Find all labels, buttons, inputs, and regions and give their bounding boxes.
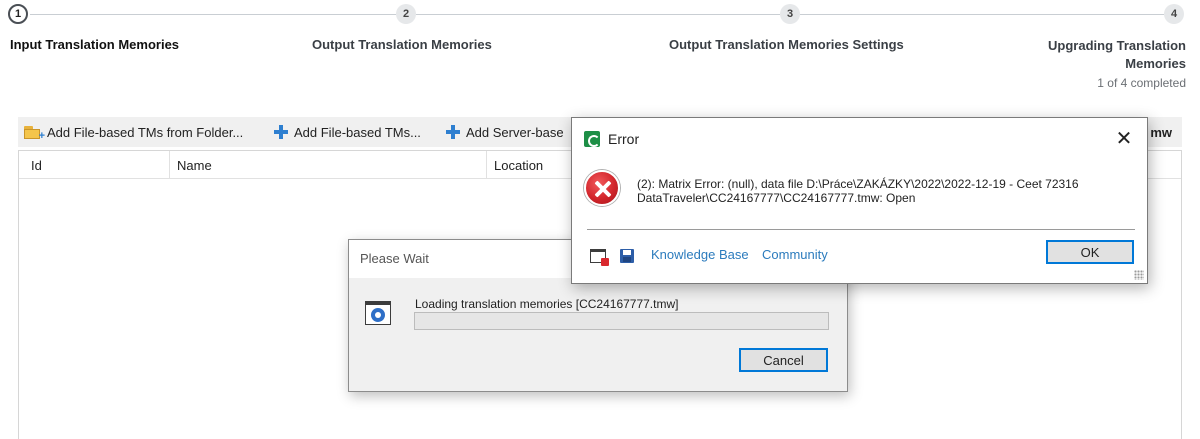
ok-button[interactable]: OK — [1046, 240, 1134, 264]
error-titlebar[interactable]: Error ✕ — [572, 118, 1147, 158]
error-message-line-1: (2): Matrix Error: (null), data file D:\… — [637, 177, 1079, 191]
error-title: Error — [608, 131, 640, 147]
add-from-folder-label: Add File-based TMs from Folder... — [47, 124, 244, 140]
close-window-icon[interactable] — [590, 249, 609, 266]
wizard-progress-status: 1 of 4 completed — [1097, 76, 1186, 90]
close-icon[interactable]: ✕ — [1101, 118, 1147, 158]
column-header-id[interactable]: Id — [25, 151, 42, 179]
add-server-based-button[interactable]: Add Server-base — [446, 117, 564, 147]
error-message: (2): Matrix Error: (null), data file D:\… — [637, 177, 1137, 205]
plus-icon — [274, 125, 288, 139]
step-4-label[interactable]: Upgrading Translation Memories — [1036, 37, 1186, 73]
divider — [587, 229, 1135, 230]
column-header-name[interactable]: Name — [171, 151, 212, 179]
add-file-based-button[interactable]: Add File-based TMs... — [274, 117, 421, 147]
step-1-indicator[interactable]: 1 — [8, 4, 28, 24]
app-icon — [584, 131, 600, 147]
loading-progress-bar — [414, 312, 829, 330]
folder-add-icon: + — [24, 125, 45, 142]
plus-icon — [446, 125, 460, 139]
column-header-location[interactable]: Location — [488, 151, 543, 179]
add-server-based-label: Add Server-base — [466, 124, 564, 140]
save-icon[interactable] — [620, 249, 634, 263]
add-file-based-label: Add File-based TMs... — [294, 124, 421, 140]
error-message-line-2: DataTraveler\CC24167777\CC24167777.tmw: … — [637, 191, 916, 205]
cancel-button[interactable]: Cancel — [739, 348, 828, 372]
step-connector — [416, 14, 780, 15]
column-divider[interactable] — [486, 151, 487, 179]
step-connector — [800, 14, 1164, 15]
toolbar-right-item[interactable]: mw — [1150, 117, 1172, 147]
step-connector — [30, 14, 396, 15]
loading-message: Loading translation memories [CC24167777… — [415, 297, 679, 311]
step-1-label[interactable]: Input Translation Memories — [10, 37, 179, 52]
settings-window-icon — [365, 301, 391, 325]
step-4-indicator[interactable]: 4 — [1164, 4, 1184, 24]
step-2-indicator[interactable]: 2 — [396, 4, 416, 24]
step-3-indicator[interactable]: 3 — [780, 4, 800, 24]
step-3-label[interactable]: Output Translation Memories Settings — [669, 37, 904, 52]
add-from-folder-button[interactable]: + Add File-based TMs from Folder... — [24, 117, 243, 147]
step-2-label[interactable]: Output Translation Memories — [312, 37, 492, 52]
error-dialog: Error ✕ (2): Matrix Error: (null), data … — [571, 117, 1148, 284]
column-divider[interactable] — [169, 151, 170, 179]
community-link[interactable]: Community — [762, 247, 828, 262]
knowledge-base-link[interactable]: Knowledge Base — [651, 247, 749, 262]
error-icon — [584, 170, 620, 206]
resize-grip[interactable] — [1134, 270, 1144, 280]
